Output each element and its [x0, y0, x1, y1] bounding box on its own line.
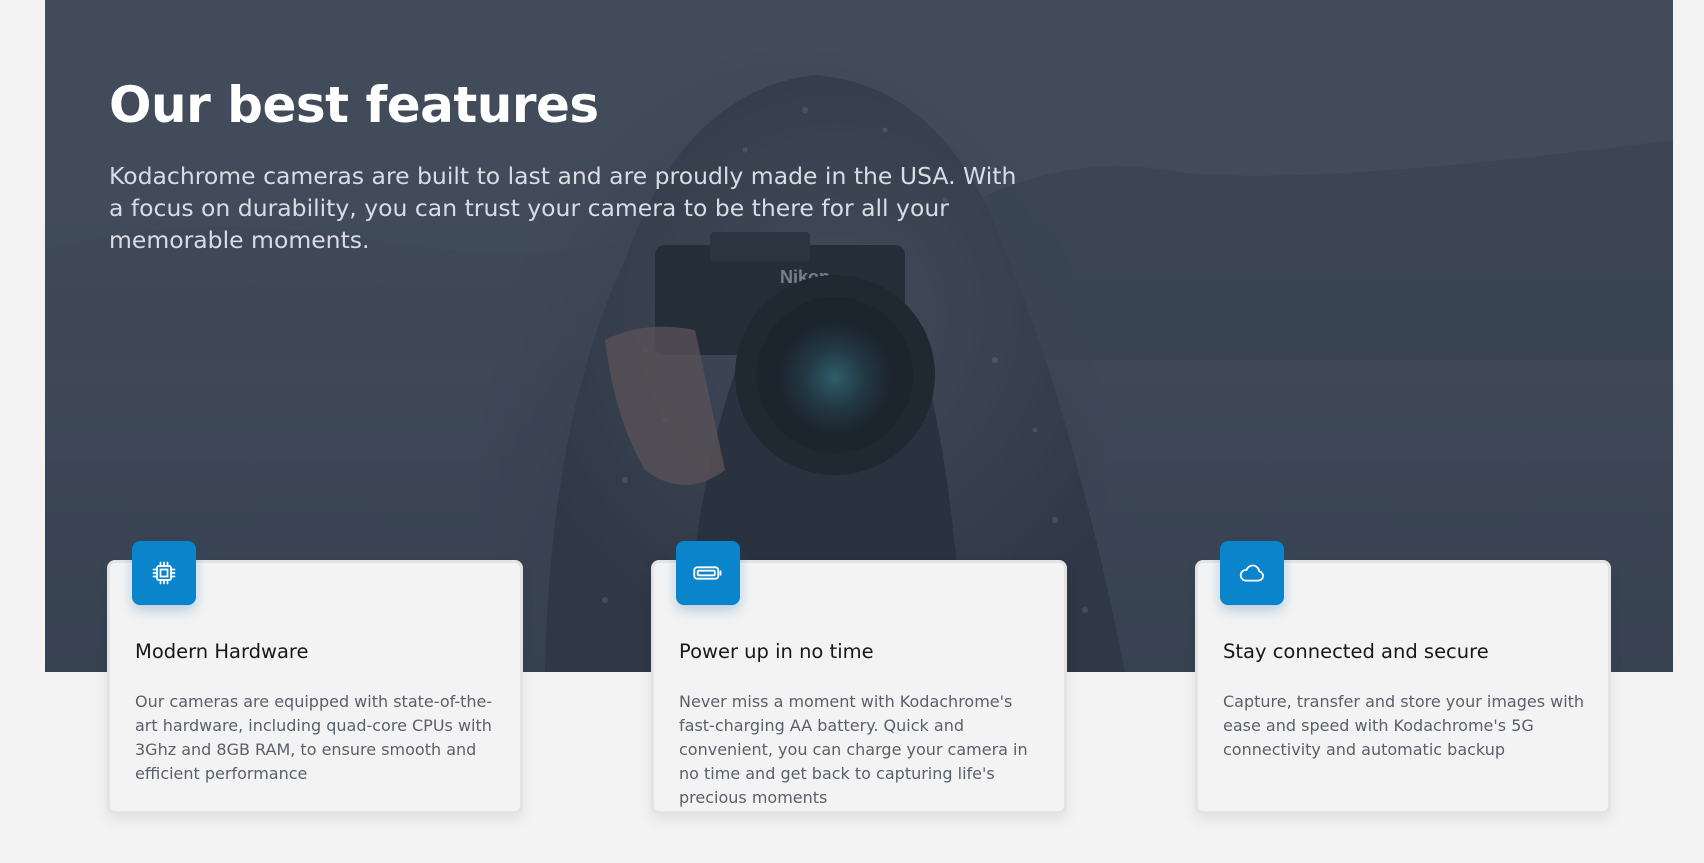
- hero-title: Our best features: [109, 76, 599, 134]
- feature-title: Stay connected and secure: [1223, 640, 1489, 663]
- cloud-icon: [1220, 541, 1284, 605]
- feature-description: Capture, transfer and store your images …: [1223, 692, 1585, 759]
- battery-icon: [676, 541, 740, 605]
- feature-description: Our cameras are equipped with state-of-t…: [135, 692, 493, 783]
- feature-card-modern-hardware: Modern Hardware Our cameras are equipped…: [107, 541, 523, 814]
- feature-title: Power up in no time: [679, 640, 874, 663]
- feature-card-stay-connected: Stay connected and secure Capture, trans…: [1195, 541, 1611, 814]
- feature-title: Modern Hardware: [135, 640, 309, 663]
- cpu-chip-icon: [132, 541, 196, 605]
- hero-description: Kodachrome cameras are built to last and…: [109, 162, 1017, 254]
- feature-card-power-up: Power up in no time Never miss a moment …: [651, 541, 1067, 814]
- feature-description: Never miss a moment with Kodachrome's fa…: [679, 692, 1028, 807]
